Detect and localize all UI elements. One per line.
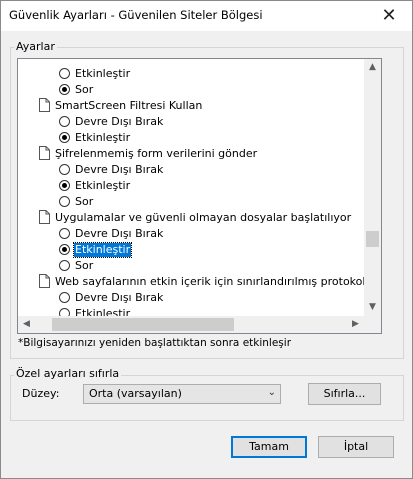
setting-heading-label: SmartScreen Filtresi Kullan [55,99,203,112]
scroll-up-arrow-icon[interactable]: ▲ [364,59,381,76]
radio-unchecked-icon[interactable] [59,308,70,316]
radio-dot-icon [62,87,67,92]
radio-dot-icon [62,135,67,140]
vertical-scroll-thumb[interactable] [366,231,379,247]
setting-option-label[interactable]: Sor [75,259,93,273]
setting-option-label[interactable]: Devre Dışı Bırak [75,163,163,177]
settings-list[interactable]: Etkinleştir Sor SmartScreen Filtresi Kulla… [17,58,382,334]
scroll-down-arrow-icon[interactable]: ▼ [364,299,381,316]
setting-heading-label: Uygulamalar ve güvenli olmayan dosyalar … [55,211,352,224]
close-icon[interactable]: ✕ [366,1,412,31]
setting-option-label[interactable]: Devre Dışı Bırak [75,291,163,305]
setting-option-label[interactable]: Etkinleştir [72,242,133,258]
setting-heading-label: Şifrelenmemiş form verilerini gönder [55,147,258,160]
setting-option-label[interactable]: Sor [75,83,93,97]
setting-option-label[interactable]: Etkinleştir [75,131,130,145]
scrollbar-corner [364,316,381,333]
settings-group-legend: Ayarlar [14,40,57,53]
restart-note: *Bilgisayarınızı yeniden başlattıktan so… [18,337,292,349]
radio-unchecked-icon[interactable] [59,228,70,239]
setting-option-label[interactable]: Devre Dışı Bırak [75,115,163,129]
radio-checked-icon[interactable] [59,244,70,255]
radio-checked-icon[interactable] [59,180,70,191]
radio-unchecked-icon[interactable] [59,196,70,207]
chevron-down-icon: ⌄ [267,387,276,398]
security-settings-dialog: Güvenlik Ayarları - Güvenilen Siteler Bö… [0,0,413,479]
document-icon [39,274,50,288]
radio-unchecked-icon[interactable] [59,260,70,271]
setting-option-label[interactable]: Etkinleştir [75,307,130,316]
vertical-scrollbar[interactable]: ▲ ▼ [364,59,381,316]
scroll-right-arrow-icon[interactable]: ▶ [347,316,364,333]
level-dropdown[interactable]: Orta (varsayılan) ⌄ [83,384,281,404]
title-bar: Güvenlik Ayarları - Güvenilen Siteler Bö… [1,1,412,31]
setting-option-label[interactable]: Sor [75,195,93,209]
document-icon [39,98,50,112]
setting-heading-label: Web sayfalarının etkin içerik için sınır… [55,275,364,288]
radio-unchecked-icon[interactable] [59,292,70,303]
radio-checked-icon[interactable] [59,84,70,95]
window-title: Güvenlik Ayarları - Güvenilen Siteler Bö… [9,8,263,22]
document-icon [39,210,50,224]
reset-group-legend: Özel ayarları sıfırla [14,367,122,380]
setting-option-label[interactable]: Etkinleştir [75,179,130,193]
settings-list-viewport: Etkinleştir Sor SmartScreen Filtresi Kulla… [18,59,364,316]
level-label: Düzey: [22,387,60,400]
reset-button[interactable]: Sıfırla... [308,383,381,405]
level-dropdown-value: Orta (varsayılan) [89,387,182,400]
scroll-left-arrow-icon[interactable]: ◀ [18,316,35,333]
radio-dot-icon [62,183,67,188]
radio-unchecked-icon[interactable] [59,68,70,79]
document-icon [39,146,50,160]
radio-unchecked-icon[interactable] [59,164,70,175]
radio-unchecked-icon[interactable] [59,116,70,127]
horizontal-scroll-thumb[interactable] [52,318,234,331]
cancel-button[interactable]: İptal [318,436,394,458]
horizontal-scrollbar[interactable]: ◀ ▶ [18,316,364,333]
setting-option-label[interactable]: Devre Dışı Bırak [75,227,163,241]
setting-option-label[interactable]: Etkinleştir [75,67,130,81]
radio-checked-icon[interactable] [59,132,70,143]
radio-dot-icon [62,247,67,252]
ok-button[interactable]: Tamam [231,436,307,458]
